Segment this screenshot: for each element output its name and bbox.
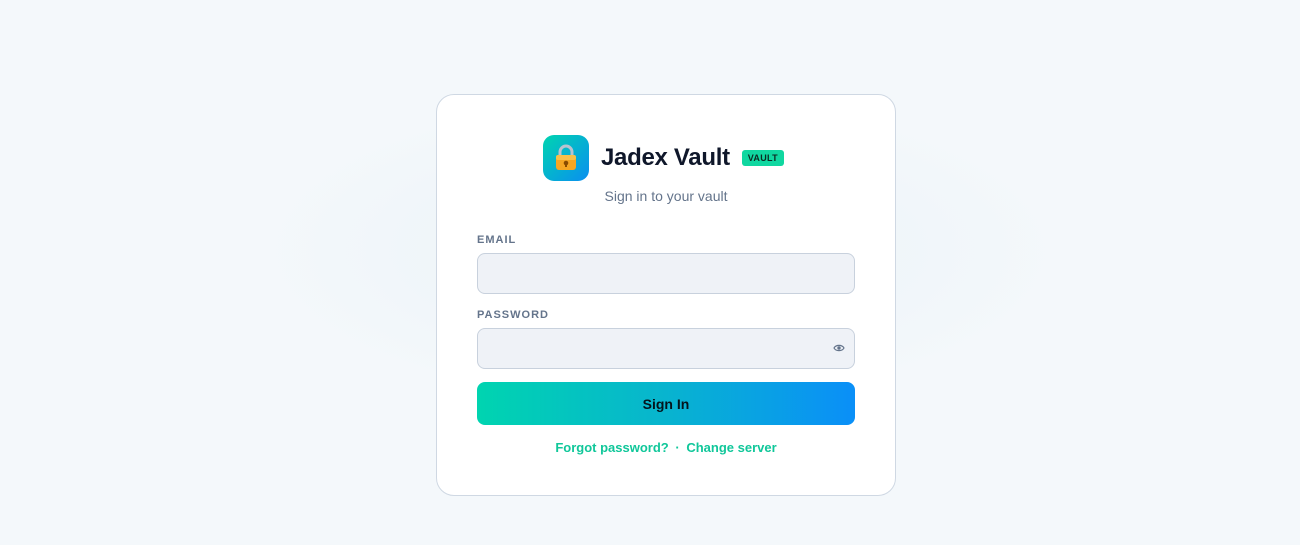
password-label: PASSWORD xyxy=(477,309,549,321)
email-field[interactable] xyxy=(477,253,855,294)
footer-links: Forgot password? · Change server xyxy=(437,440,895,455)
email-field-wrap xyxy=(477,253,855,294)
lock-icon xyxy=(543,135,589,181)
vault-badge: VAULT xyxy=(741,150,784,166)
password-field-wrap xyxy=(477,328,855,369)
link-separator: · xyxy=(675,440,680,455)
app-title: Jadex Vault xyxy=(601,144,730,171)
page-subtitle: Sign in to your vault xyxy=(604,188,728,204)
sign-in-button[interactable]: Sign In xyxy=(477,382,855,425)
change-server-link[interactable]: Change server xyxy=(686,440,776,455)
eye-icon[interactable] xyxy=(833,342,845,354)
email-label: EMAIL xyxy=(477,234,517,246)
forgot-password-link[interactable]: Forgot password? xyxy=(555,440,668,455)
brand-header: Jadex Vault VAULT xyxy=(543,135,784,181)
password-field[interactable] xyxy=(477,328,855,369)
login-card: Jadex Vault VAULT Sign in to your vault … xyxy=(436,94,896,496)
